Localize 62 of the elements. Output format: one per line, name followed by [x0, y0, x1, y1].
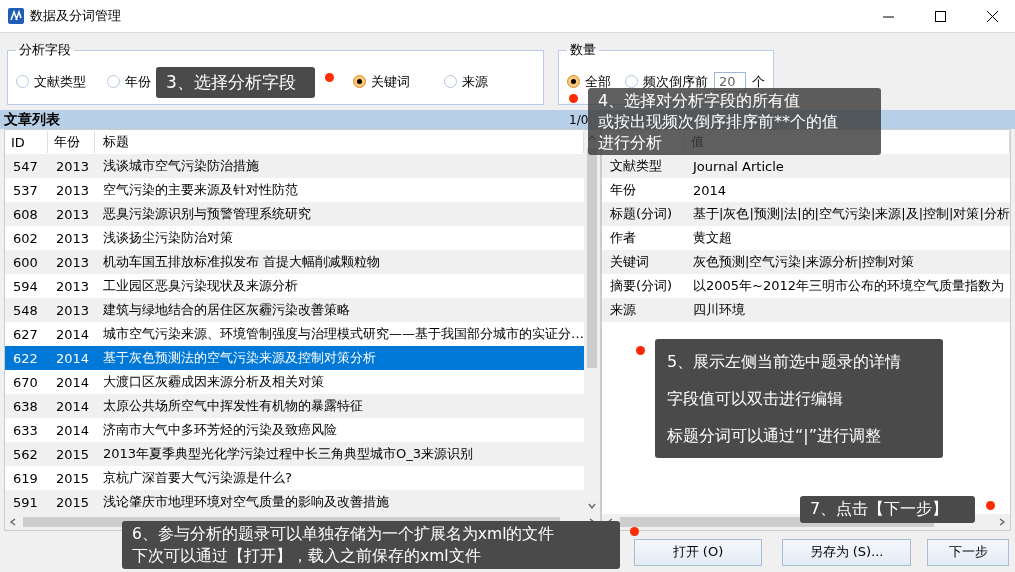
table-cell-text: 627	[12, 326, 39, 342]
section-title: 文章列表	[3, 110, 61, 129]
table-cell-text: 547	[12, 158, 39, 174]
table-cell-text: 2013	[55, 182, 91, 198]
table-cell-text: 608	[12, 206, 39, 222]
table-cell-text: 建筑与绿地结合的居住区灰霾污染改善策略	[102, 301, 351, 319]
table-cell-text: 594	[12, 278, 39, 294]
field-name-cell-text: 年份	[609, 181, 637, 199]
table-cell-text: 2013	[55, 254, 91, 270]
table-cell-text: 恶臭污染源识别与预警管理系统研究	[102, 205, 312, 223]
table-cell-text: 2013	[55, 230, 91, 246]
field-name-cell-text: 标题(分词)	[609, 205, 674, 223]
table-cell-text: 622	[12, 350, 39, 366]
table-cell-text: 2014	[55, 422, 91, 438]
table-cell-text: 619	[12, 470, 39, 486]
callout-tooltip: 5、展示左侧当前选中题录的详情 字段值可以双击进行编辑 标题分词可以通过“|”进行调整	[655, 339, 943, 458]
table-cell-text: 670	[12, 374, 39, 390]
table-cell-text: 机动车国五排放标准拟发布 首提大幅削减颗粒物	[102, 253, 382, 271]
field-name-cell-text: 作者	[609, 229, 637, 247]
table-cell-text: 2013	[55, 302, 91, 318]
table-cell-text: 济南市大气中多环芳烃的污染及致癌风险	[102, 421, 338, 439]
table-cell-text: 548	[12, 302, 39, 318]
table-cell-text: 591	[12, 494, 39, 510]
group-legend: 分析字段	[16, 41, 74, 59]
table-cell-text: 600	[12, 254, 39, 270]
window-title: 数据及分词管理	[30, 7, 121, 25]
table-cell-text: 2014	[55, 398, 91, 414]
callout-tooltip: 3、选择分析字段	[156, 67, 315, 98]
field-name-cell-text: 文献类型	[609, 157, 663, 175]
table-cell-text: 2015	[55, 446, 91, 462]
table-cell-text: 562	[12, 446, 39, 462]
table-cell-text: 602	[12, 230, 39, 246]
table-cell-text: 工业园区恶臭污染现状及来源分析	[102, 277, 299, 295]
table-cell-text: 京杭广深首要大气污染源是什么?	[102, 469, 293, 487]
table-cell-text: 638	[12, 398, 39, 414]
callout-tooltip: 7、点击【下一步】	[800, 496, 975, 523]
record-counter: 1/0	[569, 112, 589, 127]
table-cell-text: 2013	[55, 158, 91, 174]
table-cell-text: 2014	[55, 326, 91, 342]
group-legend: 数量	[567, 41, 599, 59]
table-cell-text: 浅论肇庆市地理环境对空气质量的影响及改善措施	[102, 493, 390, 511]
table-cell-text: 基于灰色预测法的空气污染来源及控制对策分析	[102, 349, 377, 367]
table-cell-text: 2013	[55, 206, 91, 222]
table-cell-text: 537	[12, 182, 39, 198]
table-cell-text: 2013年夏季典型光化学污染过程中长三角典型城市O_3来源识别	[102, 445, 475, 463]
table-cell-text: 浅谈扬尘污染防治对策	[102, 229, 234, 247]
table-cell-text: 城市空气污染来源、环境管制强度与治理模式研究——基于我国部分城市的实证分…	[102, 325, 584, 343]
field-name-cell-text: 摘要(分词)	[609, 277, 674, 295]
table-cell-text: 空气污染的主要来源及针对性防范	[102, 181, 299, 199]
table-cell-text: 2014	[55, 350, 91, 366]
field-name-cell-text: 来源	[609, 301, 637, 319]
table-cell-text: 大渡口区灰霾成因来源分析及相关对策	[102, 373, 325, 391]
callout-tooltip: 6、参与分析的题录可以单独存储为一个扩展名为xml的文件 下次可以通过【打开】，载入之前保存的xml文件	[122, 521, 620, 569]
table-cell-text: 浅谈城市空气污染防治措施	[102, 157, 260, 175]
table-cell-text: 太原公共场所空气中挥发性有机物的暴露特征	[102, 397, 364, 415]
table-cell-text: 633	[12, 422, 39, 438]
table-cell-text: 2014	[55, 374, 91, 390]
table-cell-text: 2015	[55, 494, 91, 510]
table-cell-text: 2013	[55, 278, 91, 294]
field-name-cell-text: 关键词	[609, 253, 650, 271]
table-cell-text: 2015	[55, 470, 91, 486]
unit-label: 个	[752, 72, 765, 91]
